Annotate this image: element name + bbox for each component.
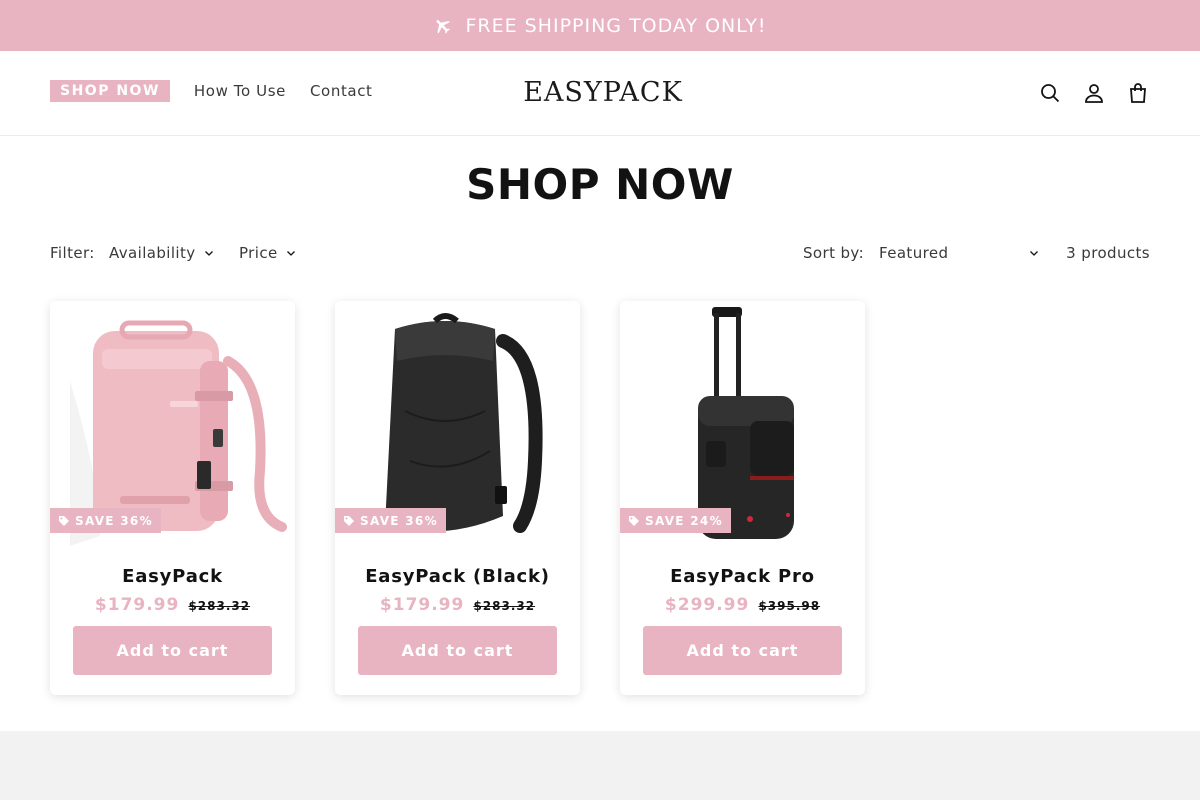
- account-icon[interactable]: [1082, 81, 1106, 105]
- product-name[interactable]: EasyPack Pro: [620, 566, 865, 587]
- sort-label: Sort by:: [803, 244, 865, 262]
- discount-badge: SAVE 24%: [620, 508, 731, 533]
- discount-badge: SAVE 36%: [50, 508, 161, 533]
- add-to-cart-button[interactable]: Add to cart: [73, 626, 272, 675]
- footer-band: [0, 731, 1200, 800]
- sort-value: Featured: [879, 244, 949, 262]
- discount-text: SAVE 36%: [75, 513, 153, 528]
- chevron-down-icon: [204, 248, 214, 258]
- product-prices: $179.99 $283.32: [50, 595, 295, 615]
- sale-price: $299.99: [664, 595, 750, 615]
- cart-icon[interactable]: [1126, 81, 1150, 105]
- discount-text: SAVE 24%: [645, 513, 723, 528]
- product-name[interactable]: EasyPack: [50, 566, 295, 587]
- logo-text: EASYPACK: [523, 77, 683, 108]
- product-card[interactable]: SAVE 36% EasyPack (Black) $179.99 $283.3…: [335, 301, 580, 695]
- product-card[interactable]: SAVE 36% EasyPack $179.99 $283.32 Add to…: [50, 301, 295, 695]
- filter-bar: Filter: Availability Price Sort by: Feat…: [50, 244, 1150, 266]
- availability-filter-label: Availability: [109, 244, 196, 262]
- product-prices: $299.99 $395.98: [620, 595, 865, 615]
- product-card[interactable]: SAVE 24% EasyPack Pro $299.99 $395.98 Ad…: [620, 301, 865, 695]
- tag-icon: [343, 515, 355, 527]
- airplane-icon: [433, 16, 453, 36]
- sale-price: $179.99: [379, 595, 465, 615]
- announcement-bar: FREE SHIPPING TODAY ONLY!: [0, 0, 1200, 51]
- tag-icon: [628, 515, 640, 527]
- site-header: SHOP NOW How To Use Contact EASYPACK: [0, 51, 1200, 136]
- tag-icon: [58, 515, 70, 527]
- compare-price: $395.98: [758, 599, 821, 613]
- add-to-cart-button[interactable]: Add to cart: [643, 626, 842, 675]
- discount-text: SAVE 36%: [360, 513, 438, 528]
- announcement-text: FREE SHIPPING TODAY ONLY!: [465, 14, 767, 37]
- price-filter[interactable]: Price: [239, 244, 296, 262]
- product-prices: $179.99 $283.32: [335, 595, 580, 615]
- sort-select[interactable]: Featured: [879, 244, 1039, 262]
- chevron-down-icon: [1029, 248, 1039, 258]
- price-filter-label: Price: [239, 244, 278, 262]
- availability-filter[interactable]: Availability: [109, 244, 214, 262]
- search-icon[interactable]: [1038, 81, 1062, 105]
- sale-price: $179.99: [94, 595, 180, 615]
- product-count: 3 products: [1066, 244, 1150, 262]
- filter-label: Filter:: [50, 244, 95, 262]
- header-icons: [1038, 81, 1150, 105]
- chevron-down-icon: [286, 248, 296, 258]
- compare-price: $283.32: [188, 599, 251, 613]
- add-to-cart-button[interactable]: Add to cart: [358, 626, 557, 675]
- compare-price: $283.32: [473, 599, 536, 613]
- site-logo[interactable]: EASYPACK: [0, 77, 1200, 108]
- page-title: SHOP NOW: [466, 160, 734, 209]
- product-name[interactable]: EasyPack (Black): [335, 566, 580, 587]
- discount-badge: SAVE 36%: [335, 508, 446, 533]
